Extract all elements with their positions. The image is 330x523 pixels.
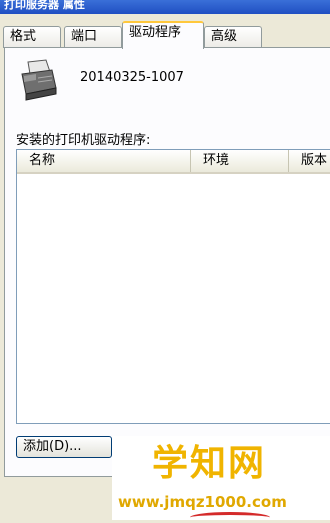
column-label: 环境 [203,153,230,168]
watermark-title: 学知网 [152,443,267,484]
installed-drivers-label: 安装的打印机驱动程序: [16,133,151,148]
window-title-bar: 打印服务器 属性 [0,0,330,14]
decorative-arc [190,512,270,523]
window-title: 打印服务器 属性 [4,0,85,11]
column-header-name[interactable]: 名称 [17,150,191,172]
printer-icon [21,59,57,101]
tab-advanced[interactable]: 高级 [204,26,262,48]
printer-name: 20140325-1007 [80,70,184,85]
drivers-list[interactable]: 名称 环境 版本 [16,149,330,424]
tab-label: 端口 [71,29,98,44]
tab-format[interactable]: 格式 [3,26,61,48]
tab-ports[interactable]: 端口 [64,26,122,48]
watermark-url: www.jmqz1000.com [118,493,287,511]
list-header: 名称 环境 版本 [17,150,330,174]
column-label: 名称 [29,153,56,168]
watermark: 学知网 www.jmqz1000.com [112,436,330,520]
button-label: 添加(D)... [23,439,82,454]
tab-label: 格式 [10,29,37,44]
tab-label: 高级 [211,29,238,44]
tab-drivers[interactable]: 驱动程序 [122,21,204,49]
column-label: 版本 [301,153,328,168]
column-header-version[interactable]: 版本 [289,150,330,172]
column-header-environment[interactable]: 环境 [191,150,289,172]
tab-label: 驱动程序 [129,25,182,40]
add-driver-button[interactable]: 添加(D)... [16,436,112,458]
